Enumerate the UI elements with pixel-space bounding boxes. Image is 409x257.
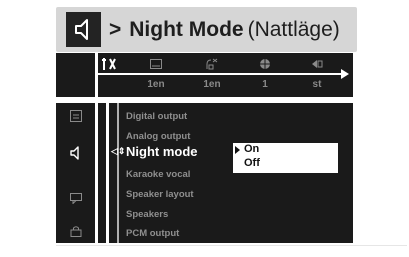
subtitle-icon[interactable] [149, 57, 163, 71]
options-box: On Off [233, 143, 338, 173]
chapter-value: st [312, 79, 322, 90]
page-title: > Night Mode (Nattläge) [109, 18, 340, 42]
menu-item-night-mode[interactable]: Night mode [126, 144, 198, 159]
chat-icon[interactable] [68, 190, 84, 206]
menu-item-pcm-output[interactable]: PCM output [126, 228, 179, 239]
title-separator: > [109, 18, 122, 41]
title-translation: (Nattläge) [247, 18, 340, 41]
menubar-rule [98, 73, 343, 75]
panel-vline [117, 103, 119, 243]
menu-item-digital-output[interactable]: Digital output [126, 111, 187, 122]
option-off[interactable]: Off [244, 157, 260, 169]
bottom-rule [56, 245, 407, 246]
angle-value: 1 [262, 79, 268, 90]
menu-item-karaoke-vocal[interactable]: Karaoke vocal [126, 169, 190, 180]
menu-item-speaker-layout[interactable]: Speaker layout [126, 189, 194, 200]
lock-icon[interactable] [68, 223, 84, 239]
sidebar [56, 103, 95, 243]
settings-panel: Digital output Analog output ◁⇕ Night mo… [109, 103, 353, 243]
menubar-arrow-icon [341, 69, 349, 79]
speaker-icon[interactable] [68, 145, 84, 161]
sidebar-gap [98, 103, 106, 243]
menu-item-speakers[interactable]: Speakers [126, 209, 168, 220]
speaker-icon [66, 12, 101, 47]
audio-icon[interactable] [205, 57, 219, 71]
selector-arrows-icon: ◁⇕ [111, 146, 126, 156]
angle-icon[interactable] [258, 57, 272, 71]
audio-value: 1en [203, 79, 221, 90]
subtitle-value: 1en [147, 79, 165, 90]
chapter-icon[interactable] [310, 57, 324, 71]
disc-icon[interactable] [68, 108, 84, 124]
menubar-divider [95, 53, 98, 97]
top-menu-bar: 1en 1en 1 st [56, 53, 353, 97]
option-caret-icon [235, 146, 240, 154]
menu-item-analog-output[interactable]: Analog output [126, 131, 190, 142]
header-banner: > Night Mode (Nattläge) [56, 7, 357, 52]
option-on[interactable]: On [244, 143, 259, 155]
title-name: Night Mode [129, 18, 244, 41]
tools-icon[interactable] [101, 57, 117, 71]
